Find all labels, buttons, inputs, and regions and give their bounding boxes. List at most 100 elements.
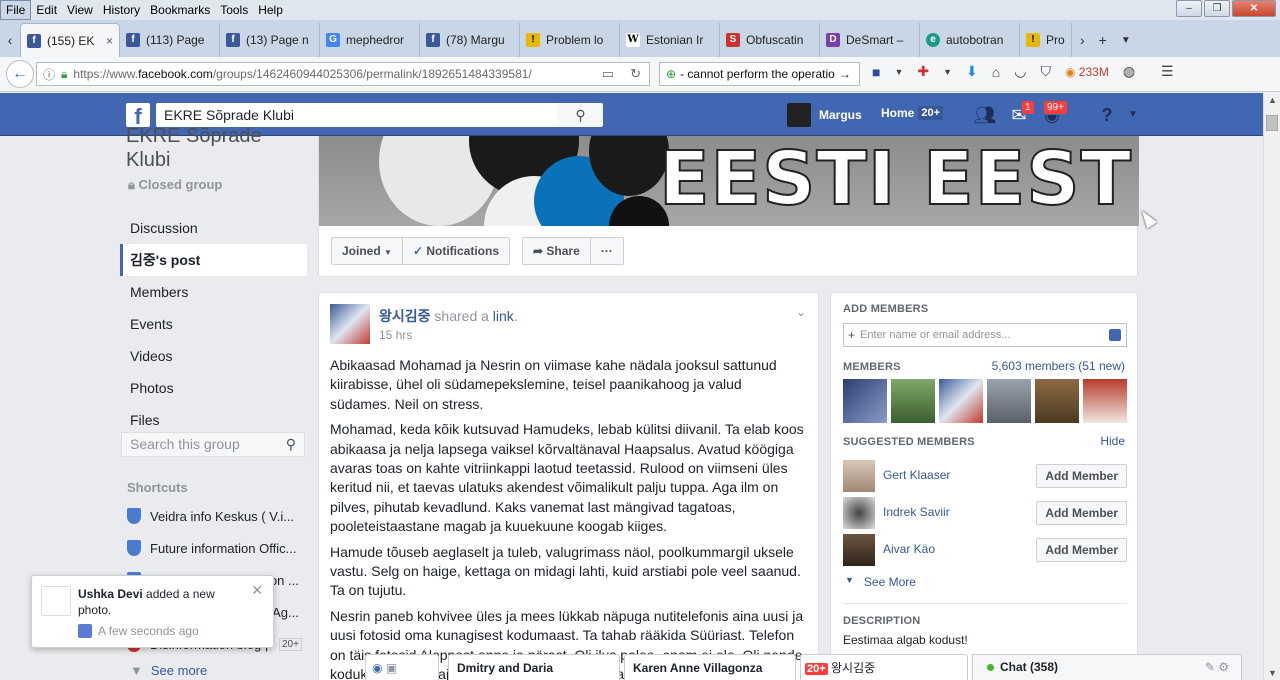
scroll-down-icon[interactable]: ▼ (1268, 668, 1277, 678)
avatar[interactable] (843, 460, 875, 492)
nav-members[interactable]: Members (120, 276, 307, 308)
scroll-up-icon[interactable]: ▲ (1268, 95, 1277, 105)
menu-bookmarks[interactable]: Bookmarks (145, 0, 215, 20)
avatar[interactable] (330, 304, 370, 344)
chat-tab[interactable]: 20+ 왕시김중 (800, 654, 968, 680)
hide-suggestions-link[interactable]: Hide (1100, 434, 1125, 448)
member-thumbnail[interactable] (1083, 379, 1127, 423)
memory-usage[interactable]: ◉ 233M (1065, 65, 1109, 79)
suggested-member-name[interactable]: Gert Klaaser (883, 468, 950, 482)
member-thumbnail[interactable] (891, 379, 935, 423)
account-dropdown-icon[interactable]: ▼ (1120, 103, 1146, 127)
home-link[interactable]: Home 20+ (881, 106, 944, 120)
chat-tab[interactable]: Dmitry and Daria (448, 654, 620, 680)
avatar[interactable] (843, 497, 875, 529)
add-member-button[interactable]: Add Member (1036, 464, 1127, 488)
hamburger-menu-icon[interactable]: ☰ (1161, 63, 1174, 80)
back-arrow-icon[interactable]: ← (6, 60, 34, 88)
member-thumbnail[interactable] (843, 379, 887, 423)
browser-tab[interactable]: D DeSmart – (820, 23, 920, 57)
search-go-icon[interactable]: → (839, 67, 851, 81)
browser-tab[interactable]: f (155) EK × (20, 23, 120, 57)
new-tab-icon[interactable]: + (1099, 32, 1107, 48)
reader-view-icon[interactable]: ▭ (602, 66, 614, 82)
share-button[interactable]: ➦ Share (523, 238, 591, 264)
see-more-link[interactable]: ▼ See more (130, 663, 207, 678)
minimize-button[interactable]: – (1176, 0, 1202, 17)
add-member-input[interactable]: + Enter name or email address... (843, 323, 1127, 347)
pocket-icon[interactable]: ◡ (1014, 63, 1026, 80)
gear-icon[interactable]: ⚙ (1218, 660, 1229, 674)
shortcut-item[interactable]: Veidra info Keskus ( V.i... (127, 508, 307, 524)
post-options-chevron-icon[interactable]: ⌄ (796, 305, 806, 319)
tab-list-icon[interactable]: ▼ (1121, 35, 1131, 46)
search-icon[interactable]: ⚲ (558, 103, 603, 127)
suggested-member-name[interactable]: Indrek Saviir (883, 505, 950, 519)
ublock-icon[interactable]: ⛉ (1040, 63, 1051, 80)
help-icon[interactable]: ? (1094, 103, 1120, 127)
extension-icon[interactable]: ◍ (1123, 63, 1135, 80)
menu-view[interactable]: View (62, 0, 98, 20)
browser-tab[interactable]: W Estonian Ir (620, 23, 720, 57)
tab-scroll-right-icon[interactable]: › (1080, 32, 1085, 48)
add-member-button[interactable]: Add Member (1036, 538, 1127, 562)
post-author[interactable]: 왕시김중 (379, 308, 431, 324)
search-engine-icon[interactable]: ⊕ (666, 67, 676, 81)
cover-photo[interactable]: EESTI EEST! (319, 136, 1139, 226)
scrollbar-thumb[interactable] (1266, 115, 1278, 131)
suggested-member-name[interactable]: Aivar Käo (883, 542, 935, 556)
compose-icon[interactable]: ✎ (1205, 660, 1215, 674)
browser-tab[interactable]: ! Pro (1020, 23, 1072, 57)
shortcut-item[interactable]: Future information Offic... (127, 540, 307, 556)
profile-link[interactable]: Margus (787, 103, 862, 127)
post-timestamp[interactable]: 15 hrs (379, 328, 412, 342)
nav-current-post[interactable]: 김중's post (120, 244, 307, 276)
avatar[interactable] (843, 534, 875, 566)
addon-red-cross-icon[interactable]: ✚ (917, 63, 929, 80)
browser-tab[interactable]: f (113) Page (120, 23, 220, 57)
group-title[interactable]: EKRE Sõprade Klubi (126, 124, 306, 172)
info-icon[interactable]: ⓘ (43, 66, 55, 83)
browser-tab[interactable]: f (13) Page n (220, 23, 320, 57)
browser-tab[interactable]: f (78) Margu (420, 23, 520, 57)
menu-help[interactable]: Help (253, 0, 288, 20)
menu-edit[interactable]: Edit (31, 0, 62, 20)
group-search-input[interactable]: Search this group ⚲ (121, 432, 305, 457)
nav-events[interactable]: Events (120, 308, 307, 340)
notifications-button[interactable]: ✓ Notifications (403, 238, 509, 264)
url-bar[interactable]: ⓘ 🔒︎ https://www.facebook.com/groups/146… (36, 62, 650, 86)
add-member-button[interactable]: Add Member (1036, 501, 1127, 525)
browser-tab[interactable]: S Obfuscatin (720, 23, 820, 57)
see-more-members-link[interactable]: ▼ See More (845, 575, 916, 589)
members-count-link[interactable]: 5,603 members (51 new) (992, 359, 1125, 373)
member-thumbnail[interactable] (939, 379, 983, 423)
dropdown-icon[interactable]: ▼ (894, 67, 903, 77)
search-bar[interactable]: ⊕ - cannot perform the operatio → (659, 62, 860, 86)
save-icon[interactable]: ■ (872, 64, 880, 80)
chat-tab[interactable]: Karen Anne Villagonza (624, 654, 796, 680)
home-icon[interactable]: ⌂ (992, 64, 1000, 80)
nav-photos[interactable]: Photos (120, 372, 307, 404)
close-icon[interactable]: ✕ (251, 582, 263, 599)
browser-tab[interactable]: G mephedror (320, 23, 420, 57)
member-thumbnail[interactable] (1035, 379, 1079, 423)
chat-tab-icons[interactable]: ◉ ▣ (365, 654, 439, 680)
chat-sidebar-toggle[interactable]: Chat (358) ✎ ⚙ (972, 654, 1242, 680)
download-icon[interactable]: ⬇ (966, 63, 978, 80)
reload-icon[interactable]: ↻ (630, 66, 641, 82)
notification-toast[interactable]: Ushka Devi added a new photo. A few seco… (31, 575, 274, 648)
maximize-button[interactable]: ❐ (1204, 0, 1230, 17)
browser-tab[interactable]: e autobotran (920, 23, 1020, 57)
friend-requests-icon[interactable]: 👥︎ (972, 103, 998, 127)
search-icon[interactable]: ⚲ (286, 433, 296, 456)
menu-history[interactable]: History (98, 0, 145, 20)
close-window-button[interactable]: ✕ (1232, 0, 1276, 17)
joined-button[interactable]: Joined ▼ (332, 238, 403, 264)
more-options-button[interactable]: ··· (591, 238, 623, 264)
page-scrollbar[interactable]: ▲ ▼ (1263, 93, 1280, 680)
member-thumbnail[interactable] (987, 379, 1031, 423)
dropdown-icon[interactable]: ▼ (943, 67, 952, 77)
nav-discussion[interactable]: Discussion (120, 212, 307, 244)
browser-tab[interactable]: ! Problem lo (520, 23, 620, 57)
tab-close-icon[interactable]: × (106, 34, 113, 48)
